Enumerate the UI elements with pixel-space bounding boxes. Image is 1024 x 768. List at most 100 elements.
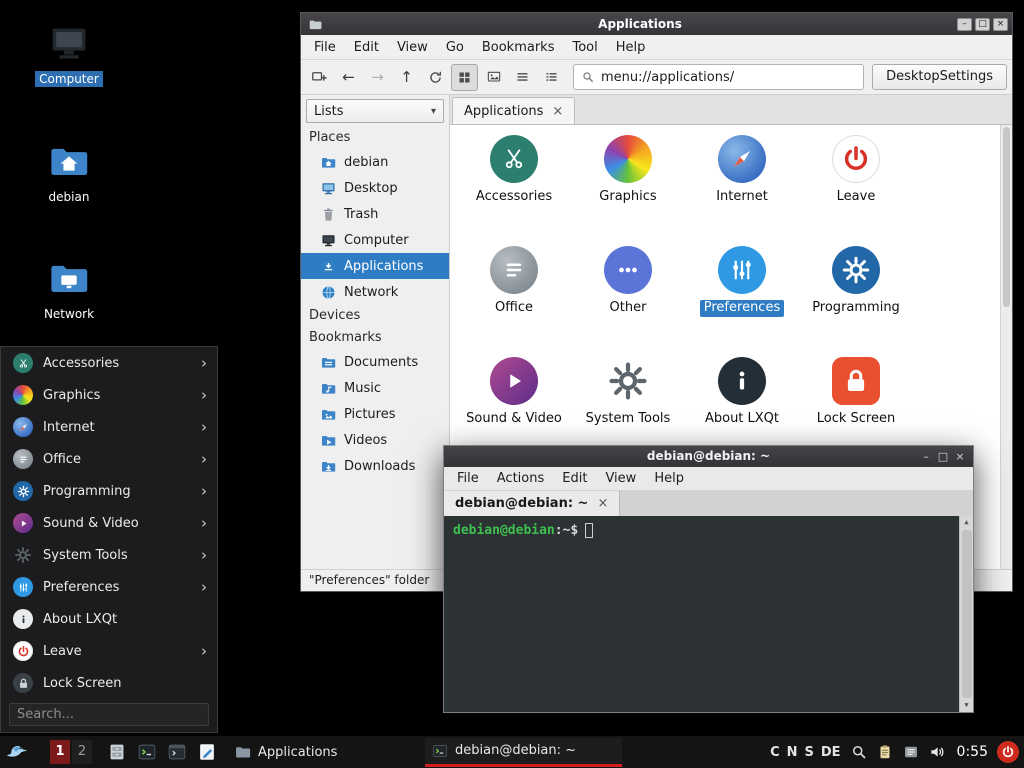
- sidebar-item-debian[interactable]: debian: [301, 149, 449, 175]
- workspace-1[interactable]: 1: [50, 740, 70, 764]
- fm-titlebar[interactable]: Applications – □ ×: [301, 13, 1012, 35]
- scroll-down-icon[interactable]: ▼: [964, 699, 968, 712]
- tab-close-icon[interactable]: ×: [597, 496, 608, 511]
- menu-item-label: Internet: [43, 420, 95, 435]
- sidebar-item-documents[interactable]: Documents: [301, 349, 449, 375]
- sidebar-item-applications[interactable]: Applications: [301, 253, 449, 279]
- menu-item-label: About LXQt: [43, 612, 117, 627]
- menu-item-programming[interactable]: Programming›: [1, 475, 217, 507]
- detailed-view-button[interactable]: [538, 64, 565, 91]
- menu-search-input[interactable]: [9, 703, 209, 726]
- task-folder-icon: [234, 743, 252, 761]
- menu-item-graphics[interactable]: Graphics›: [1, 379, 217, 411]
- menu-tool[interactable]: Tool: [563, 35, 606, 60]
- scrollbar-thumb[interactable]: [962, 530, 972, 698]
- app-preferences[interactable]: Preferences: [685, 246, 799, 357]
- minimize-button[interactable]: –: [957, 18, 972, 31]
- menu-item-leave[interactable]: Leave›: [1, 635, 217, 667]
- sidebar-item-trash[interactable]: Trash: [301, 201, 449, 227]
- tray-volume-icon[interactable]: [928, 743, 946, 761]
- menu-item-preferences[interactable]: Preferences›: [1, 571, 217, 603]
- tab-close-icon[interactable]: ×: [552, 104, 563, 119]
- scrollbar-thumb[interactable]: [1003, 127, 1010, 307]
- submenu-arrow-icon: ›: [201, 482, 207, 500]
- search-icon: [581, 70, 595, 84]
- scrollbar[interactable]: [1000, 125, 1012, 569]
- terminal-menu-view[interactable]: View: [596, 466, 645, 491]
- back-button[interactable]: ←: [335, 64, 362, 91]
- internet-icon: [13, 417, 33, 437]
- menu-item-accessories[interactable]: Accessories›: [1, 347, 217, 379]
- launcher-file-manager[interactable]: [104, 739, 130, 765]
- menu-item-label: Lock Screen: [43, 676, 121, 691]
- sidebar-item-computer[interactable]: Computer: [301, 227, 449, 253]
- forward-button[interactable]: →: [364, 64, 391, 91]
- minimize-button[interactable]: –: [918, 450, 934, 463]
- terminal-titlebar[interactable]: debian@debian: ~ – □ ×: [444, 446, 973, 467]
- desktop-icon-network[interactable]: Network: [27, 255, 111, 322]
- close-button[interactable]: ×: [952, 450, 968, 463]
- menu-item-about-lxqt[interactable]: About LXQt: [1, 603, 217, 635]
- menu-go[interactable]: Go: [437, 35, 473, 60]
- sidebar-item-downloads[interactable]: Downloads: [301, 453, 449, 479]
- task-debian-debian[interactable]: debian@debian: ~: [425, 738, 622, 767]
- icon-view-button[interactable]: [451, 64, 478, 91]
- menu-bookmarks[interactable]: Bookmarks: [473, 35, 564, 60]
- app-leave[interactable]: Leave: [799, 135, 913, 246]
- new-tab-button[interactable]: [306, 64, 333, 91]
- task-applications[interactable]: Applications: [228, 738, 425, 767]
- power-button[interactable]: [997, 741, 1019, 763]
- sidebar-mode-select[interactable]: Lists ▾: [306, 99, 444, 123]
- launcher-qterminal-drop[interactable]: [164, 739, 190, 765]
- tray-notes-icon[interactable]: [902, 743, 920, 761]
- menu-item-system-tools[interactable]: System Tools›: [1, 539, 217, 571]
- app-internet[interactable]: Internet: [685, 135, 799, 246]
- launcher-text-editor[interactable]: [194, 739, 220, 765]
- terminal-screen[interactable]: debian@debian:~$ ▲ ▼: [444, 516, 973, 712]
- maximize-button[interactable]: □: [975, 18, 990, 31]
- terminal-menu-file[interactable]: File: [448, 466, 488, 491]
- clock[interactable]: 0:55: [957, 744, 988, 760]
- desktop-icon-computer[interactable]: Computer: [27, 20, 111, 87]
- close-button[interactable]: ×: [993, 18, 1008, 31]
- menu-edit[interactable]: Edit: [345, 35, 388, 60]
- app-accessories[interactable]: Accessories: [457, 135, 571, 246]
- app-other[interactable]: Other: [571, 246, 685, 357]
- app-programming[interactable]: Programming: [799, 246, 913, 357]
- sidebar-item-network[interactable]: Network: [301, 279, 449, 305]
- terminal-menu-actions[interactable]: Actions: [488, 466, 554, 491]
- menu-item-lock-screen[interactable]: Lock Screen: [1, 667, 217, 699]
- tab-applications[interactable]: Applications ×: [452, 97, 575, 124]
- menu-help[interactable]: Help: [607, 35, 655, 60]
- sidebar-item-pictures[interactable]: Pictures: [301, 401, 449, 427]
- app-office[interactable]: Office: [457, 246, 571, 357]
- sidebar-item-videos[interactable]: Videos: [301, 427, 449, 453]
- compact-view-button[interactable]: [509, 64, 536, 91]
- menu-item-sound-video[interactable]: Sound & Video›: [1, 507, 217, 539]
- launcher-qterminal[interactable]: [134, 739, 160, 765]
- terminal-scrollbar[interactable]: ▲ ▼: [959, 516, 973, 712]
- menu-view[interactable]: View: [388, 35, 437, 60]
- sidebar-item-music[interactable]: Music: [301, 375, 449, 401]
- location-bar[interactable]: menu://applications/: [573, 64, 864, 90]
- desktop-settings-button[interactable]: DesktopSettings: [872, 64, 1007, 90]
- tray-clipboard-icon[interactable]: [876, 743, 894, 761]
- app-graphics[interactable]: Graphics: [571, 135, 685, 246]
- menu-item-office[interactable]: Office›: [1, 443, 217, 475]
- workspace-2[interactable]: 2: [72, 740, 92, 764]
- terminal-menu-edit[interactable]: Edit: [553, 466, 596, 491]
- menu-file[interactable]: File: [305, 35, 345, 60]
- start-menu-button[interactable]: [0, 736, 34, 768]
- refresh-button[interactable]: [422, 64, 449, 91]
- sidebar-item-desktop[interactable]: Desktop: [301, 175, 449, 201]
- sidebar-item-label: Music: [344, 381, 381, 396]
- maximize-button[interactable]: □: [935, 450, 951, 463]
- terminal-menu-help[interactable]: Help: [645, 466, 693, 491]
- terminal-tab[interactable]: debian@debian: ~ ×: [444, 491, 620, 516]
- up-button[interactable]: ↑: [393, 64, 420, 91]
- tray-screenshot-tool-icon[interactable]: [850, 743, 868, 761]
- desktop-icon-debian[interactable]: debian: [27, 138, 111, 205]
- thumbnail-view-button[interactable]: [480, 64, 507, 91]
- scroll-up-icon[interactable]: ▲: [964, 516, 968, 529]
- menu-item-internet[interactable]: Internet›: [1, 411, 217, 443]
